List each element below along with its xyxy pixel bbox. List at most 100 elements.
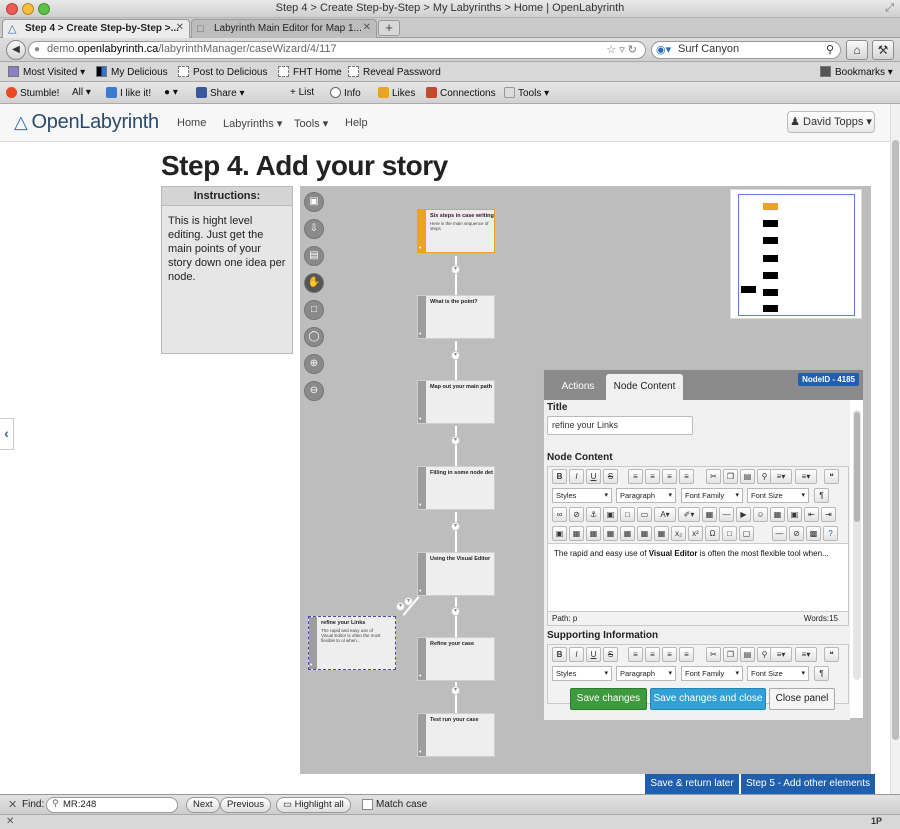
map-node[interactable]: Refine your case	[417, 637, 495, 681]
node-link[interactable]	[455, 426, 457, 468]
link-handle-icon[interactable]: ▾	[451, 265, 460, 274]
close-tab-icon[interactable]: ✕	[363, 22, 371, 33]
search-input[interactable]: ◉▾ Surf Canyon ⚲	[651, 41, 841, 59]
image-icon[interactable]: ▣	[603, 507, 618, 522]
stumble-button[interactable]: Stumble!	[6, 87, 59, 99]
bookmark-star-icon[interactable]: ☆	[606, 44, 616, 56]
zoom-out-icon[interactable]: ⊖	[304, 381, 324, 401]
copy-icon[interactable]: ❐	[723, 469, 738, 484]
html-source-icon[interactable]: ▭	[637, 507, 652, 522]
visual-editor-canvas[interactable]: ▣ ⇩ ▤ ✋ □ ◯ ⊕ ⊖ ▾ ▾ ▾ ▾ ▾ ▾ ▾ ▾ Six step…	[300, 186, 871, 774]
copy-icon[interactable]: ❐	[723, 647, 738, 662]
paragraph-select[interactable]: Paragraph	[616, 488, 676, 503]
subscript-icon[interactable]: x₂	[671, 526, 686, 541]
panel-scrollbar[interactable]	[853, 410, 861, 680]
italic-icon[interactable]: I	[569, 647, 584, 662]
map-node[interactable]: Filling in some node det	[417, 466, 495, 510]
align-justify-icon[interactable]: ≡	[679, 647, 694, 662]
tools-wrench-button[interactable]: ⚒	[872, 40, 894, 60]
font-size-select[interactable]: Font Size	[747, 666, 809, 681]
map-node-selected[interactable]: refine your Links The rapid and easy use…	[308, 616, 396, 670]
openlabyrinth-logo[interactable]: △ OpenLabyrinth	[14, 111, 159, 134]
align-right-icon[interactable]: ≡	[662, 647, 677, 662]
indent-icon[interactable]: ⇥	[821, 507, 836, 522]
likes-button[interactable]: Likes	[378, 87, 415, 99]
folder-icon[interactable]: ▤	[304, 246, 324, 266]
paragraph-mark-icon[interactable]: ¶	[814, 488, 829, 503]
template-icon[interactable]: ▣	[552, 526, 567, 541]
nav-tools[interactable]: Tools ▾	[294, 117, 328, 130]
outdent-icon[interactable]: ⇤	[804, 507, 819, 522]
align-center-icon[interactable]: ≡	[645, 647, 660, 662]
close-find-bar-icon[interactable]: ✕	[8, 798, 17, 811]
align-left-icon[interactable]: ≡	[628, 647, 643, 662]
reload-icon[interactable]: ↻	[628, 44, 637, 56]
search-icon[interactable]: ⚲	[826, 43, 834, 56]
bookmark-reveal-password[interactable]: Reveal Password	[348, 66, 441, 78]
tag-icon[interactable]: ● ▾	[164, 87, 178, 98]
delete-col-icon[interactable]: ▦	[654, 526, 669, 541]
link-handle-icon[interactable]: ▾	[451, 686, 460, 695]
bookmark-post-to-delicious[interactable]: Post to Delicious	[178, 66, 267, 78]
new-tab-button[interactable]: +	[378, 20, 400, 36]
link-icon[interactable]: ∞	[552, 507, 567, 522]
link-handle-icon[interactable]: ▾	[451, 351, 460, 360]
styles-select[interactable]: Styles	[552, 666, 612, 681]
link-handle-icon[interactable]: ▾	[451, 522, 460, 531]
map-node[interactable]: Six steps in case writing Here is the ma…	[417, 209, 495, 253]
close-tab-icon[interactable]: ✕	[176, 22, 184, 33]
close-icon[interactable]: ✕	[6, 816, 14, 827]
paste-icon[interactable]: ▤	[740, 469, 755, 484]
info-button[interactable]: Info	[330, 87, 361, 99]
i-like-it-button[interactable]: I like it!	[106, 87, 151, 99]
download-icon[interactable]: ⇩	[304, 219, 324, 239]
nav-labyrinths[interactable]: Labyrinths ▾	[223, 117, 282, 130]
list-button[interactable]: + List	[290, 87, 314, 98]
table-icon[interactable]: ▦	[702, 507, 717, 522]
node-link[interactable]	[455, 341, 457, 383]
link-handle-icon[interactable]: ▾	[404, 597, 413, 606]
bullet-list-icon[interactable]: ≡▾	[770, 647, 792, 662]
italic-icon[interactable]: I	[569, 469, 584, 484]
cut-icon[interactable]: ✂	[706, 647, 721, 662]
tab-actions[interactable]: Actions	[552, 374, 604, 400]
stumble-all-dropdown[interactable]: All ▾	[72, 87, 91, 98]
find-previous-button[interactable]: Previous	[220, 797, 271, 813]
paste-icon[interactable]: ▤	[740, 647, 755, 662]
close-panel-button[interactable]: Close panel	[769, 688, 835, 710]
visual-aid-icon[interactable]: □	[722, 526, 737, 541]
link-handle-icon[interactable]: ▾	[451, 607, 460, 616]
node-content-text[interactable]: The rapid and easy use of Visual Editor …	[548, 543, 848, 611]
nav-help[interactable]: Help	[345, 117, 368, 129]
nav-home[interactable]: Home	[177, 117, 206, 129]
connections-button[interactable]: Connections	[426, 87, 496, 99]
font-family-select[interactable]: Font Family	[681, 666, 743, 681]
map-node[interactable]: Map out your main path	[417, 380, 495, 424]
page-scrollbar[interactable]	[890, 104, 900, 794]
fullscreen-icon[interactable]: ⤢	[885, 2, 894, 15]
user-menu-button[interactable]: ♟ David Topps ▾	[787, 111, 875, 133]
save-and-close-button[interactable]: Save changes and close	[650, 688, 766, 710]
emoticon-icon[interactable]: ☺	[753, 507, 768, 522]
pan-hand-icon[interactable]: ✋	[304, 273, 324, 293]
node-link[interactable]	[455, 256, 457, 298]
sidebar-toggle-chevron-icon[interactable]: ‹	[0, 418, 14, 450]
insert-icon[interactable]: ▦	[770, 507, 785, 522]
map-node[interactable]: Using the Visual Editor	[417, 552, 495, 596]
highlight-color-icon[interactable]: ✐▾	[678, 507, 700, 522]
hr-icon[interactable]: —	[772, 526, 787, 541]
bookmark-fht-home[interactable]: FHT Home	[278, 66, 342, 78]
map-node[interactable]: What is the point?	[417, 295, 495, 339]
help-icon[interactable]: ?	[823, 526, 838, 541]
tab-main-editor[interactable]: □ Labyrinth Main Editor for Map 1... ✕	[191, 19, 377, 38]
delete-row-icon[interactable]: ▦	[637, 526, 652, 541]
align-justify-icon[interactable]: ≡	[679, 469, 694, 484]
home-button[interactable]: ⌂	[846, 40, 868, 60]
stumble-tools-button[interactable]: Tools ▾	[504, 87, 549, 99]
cut-icon[interactable]: ✂	[706, 469, 721, 484]
bold-icon[interactable]: B	[552, 469, 567, 484]
bold-icon[interactable]: B	[552, 647, 567, 662]
pdf-icon[interactable]: ▣	[787, 507, 802, 522]
address-bar[interactable]: ● demo.openlabyrinth.ca/labyrinthManager…	[28, 41, 646, 59]
align-left-icon[interactable]: ≡	[628, 469, 643, 484]
